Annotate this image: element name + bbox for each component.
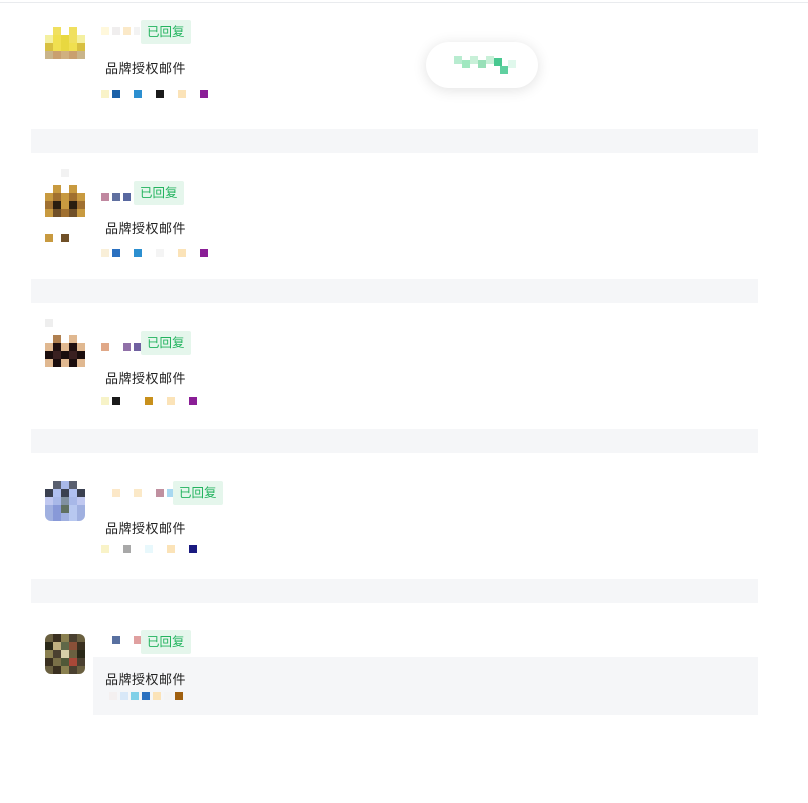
mail-meta bbox=[101, 90, 208, 98]
status-badge: 已回复 bbox=[134, 181, 184, 205]
mail-subject: 品牌授权邮件 bbox=[105, 672, 187, 687]
separator bbox=[31, 279, 758, 303]
mail-subject: 品牌授权邮件 bbox=[105, 371, 187, 386]
mail-subject: 品牌授权邮件 bbox=[105, 221, 187, 236]
avatar bbox=[45, 634, 85, 674]
mail-subject: 品牌授权邮件 bbox=[105, 61, 187, 76]
list-item[interactable]: 已回复 品牌授权邮件 bbox=[31, 603, 758, 803]
mail-meta bbox=[101, 249, 208, 257]
sender-name bbox=[101, 193, 131, 201]
avatar-speck bbox=[45, 234, 53, 242]
status-badge: 已回复 bbox=[141, 331, 191, 355]
mail-meta bbox=[109, 692, 183, 700]
sender-name bbox=[101, 636, 142, 644]
avatar bbox=[45, 185, 85, 225]
avatar bbox=[45, 335, 85, 375]
status-badge: 已回复 bbox=[141, 630, 191, 654]
list-item[interactable]: 已回复 品牌授权邮件 bbox=[31, 153, 758, 279]
list-item[interactable]: 已回复 品牌授权邮件 bbox=[31, 303, 758, 429]
avatar bbox=[45, 481, 85, 521]
avatar-speck bbox=[61, 169, 69, 177]
mail-meta bbox=[101, 545, 197, 553]
avatar bbox=[45, 27, 85, 67]
status-badge: 已回复 bbox=[173, 481, 223, 505]
separator bbox=[31, 429, 758, 453]
sender-name bbox=[101, 27, 140, 35]
avatar-speck bbox=[61, 234, 69, 242]
list-item[interactable]: 已回复 品牌授权邮件 bbox=[31, 3, 758, 129]
floating-bubble[interactable] bbox=[426, 42, 538, 88]
row-highlight bbox=[93, 657, 758, 715]
list-item[interactable]: 已回复 品牌授权邮件 bbox=[31, 453, 758, 579]
status-badge: 已回复 bbox=[141, 20, 191, 44]
mail-subject: 品牌授权邮件 bbox=[105, 521, 187, 536]
separator bbox=[31, 129, 758, 153]
separator bbox=[31, 579, 758, 603]
sender-name bbox=[101, 343, 142, 351]
avatar-speck bbox=[45, 319, 53, 327]
mail-meta bbox=[101, 397, 197, 405]
message-list: 已回复 品牌授权邮件 已回复 品牌授权邮件 已回复 品牌授权邮件 已回复 品牌授… bbox=[31, 3, 758, 803]
